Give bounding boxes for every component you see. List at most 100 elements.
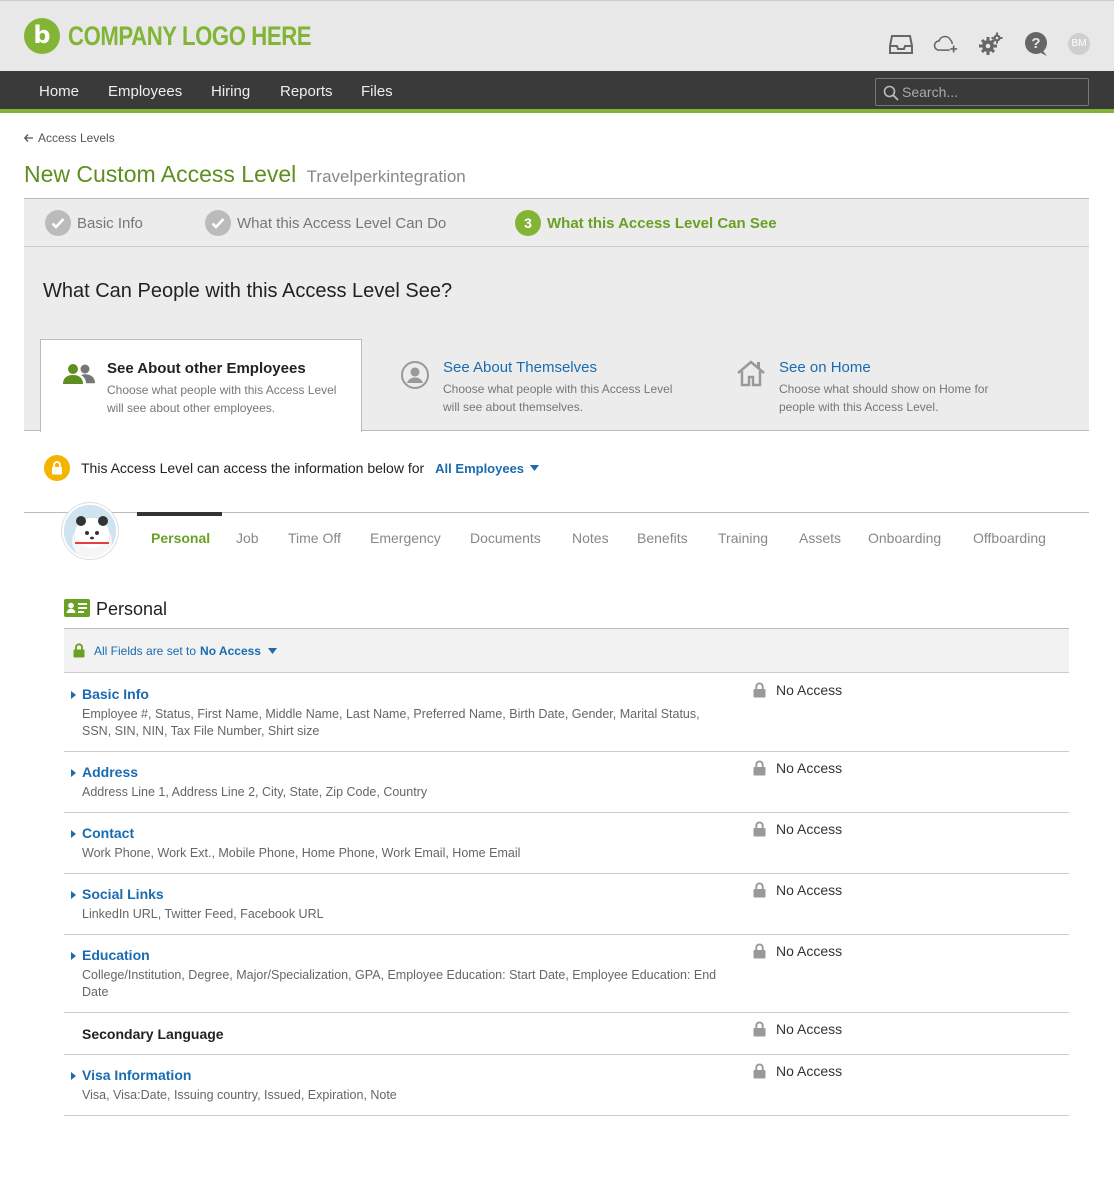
tab-time-off[interactable]: Time Off: [288, 530, 341, 546]
caret-down-icon: [530, 465, 540, 471]
tab-onboarding[interactable]: Onboarding: [868, 530, 941, 546]
lock-icon: [753, 882, 766, 898]
breadcrumb-label[interactable]: Access Levels: [38, 131, 115, 145]
row-title[interactable]: Social Links: [82, 886, 164, 902]
step-can-do[interactable]: What this Access Level Can Do: [205, 210, 446, 236]
lock-icon: [73, 643, 85, 658]
step-basic-info[interactable]: Basic Info: [45, 210, 143, 236]
card-title: See About other Employees: [107, 360, 306, 377]
row-title[interactable]: Basic Info: [82, 686, 149, 702]
card-title[interactable]: See About Themselves: [443, 359, 597, 376]
tab-training[interactable]: Training: [718, 530, 768, 546]
tab-benefits[interactable]: Benefits: [637, 530, 688, 546]
card-see-other-employees[interactable]: See About other Employees Choose what pe…: [40, 339, 362, 432]
row-access-value: No Access: [776, 682, 843, 698]
logo-text: COMPANY LOGO HERE: [68, 20, 312, 51]
row-access[interactable]: No Access: [753, 1021, 842, 1037]
caret-right-icon[interactable]: [71, 691, 76, 699]
row-desc: Employee #, Status, First Name, Middle N…: [82, 707, 700, 738]
page-title: New Custom Access Level Travelperkintegr…: [24, 161, 466, 188]
nav-item-reports[interactable]: Reports: [280, 71, 333, 113]
caret-right-icon[interactable]: [71, 830, 76, 838]
field-row-visa-information: Visa Information Visa, Visa:Date, Issuin…: [64, 1055, 1069, 1116]
inbox-icon[interactable]: [888, 31, 914, 57]
panel-heading: What Can People with this Access Level S…: [43, 280, 453, 302]
field-row-contact: Contact Work Phone, Work Ext., Mobile Ph…: [64, 813, 1069, 874]
caret-right-icon[interactable]: [71, 891, 76, 899]
all-fields-value: No Access: [200, 644, 261, 658]
access-scope-row: This Access Level can access the informa…: [44, 455, 540, 481]
row-desc: Visa, Visa:Date, Issuing country, Issued…: [82, 1088, 397, 1102]
step-label: What this Access Level Can Do: [237, 214, 447, 232]
all-fields-bar: All Fields are set to No Access: [64, 629, 1069, 673]
nav-item-employees[interactable]: Employees: [108, 71, 182, 113]
help-icon[interactable]: ?: [1023, 31, 1049, 57]
lock-icon: [753, 760, 766, 776]
step-label: Basic Info: [77, 214, 143, 232]
active-tab-indicator: [137, 512, 222, 516]
user-avatar[interactable]: BM: [1068, 33, 1090, 55]
row-title[interactable]: Education: [82, 947, 150, 963]
row-access[interactable]: No Access: [753, 943, 842, 959]
step-label: What this Access Level Can See: [547, 214, 777, 232]
caret-down-icon: [267, 648, 277, 654]
row-desc: College/Institution, Degree, Major/Speci…: [82, 968, 717, 999]
check-icon: [205, 210, 231, 236]
lock-icon: [753, 1063, 766, 1079]
wizard-steps: Basic Info What this Access Level Can Do…: [24, 198, 1089, 247]
tab-assets[interactable]: Assets: [799, 530, 841, 546]
row-access[interactable]: No Access: [753, 760, 842, 776]
field-row-education: Education College/Institution, Degree, M…: [64, 935, 1069, 1013]
all-fields-prefix: All Fields are set to: [94, 644, 197, 658]
check-icon: [45, 210, 71, 236]
row-access-value: No Access: [776, 760, 843, 776]
id-card-icon: [64, 599, 90, 617]
tab-offboarding[interactable]: Offboarding: [973, 530, 1046, 546]
row-access[interactable]: No Access: [753, 882, 842, 898]
tab-job[interactable]: Job: [236, 530, 259, 546]
card-title[interactable]: See on Home: [779, 359, 871, 376]
all-fields-dropdown[interactable]: All Fields are set to No Access: [94, 644, 277, 658]
card-see-themselves[interactable]: See About Themselves Choose what people …: [384, 339, 706, 431]
nav-item-home[interactable]: Home: [39, 71, 79, 113]
breadcrumb[interactable]: Access Levels: [24, 131, 115, 145]
section-title: Personal: [96, 599, 168, 619]
visibility-panel: What Can People with this Access Level S…: [24, 247, 1089, 432]
tab-emergency[interactable]: Emergency: [370, 530, 441, 546]
step-number: 3: [515, 210, 541, 236]
tab-personal[interactable]: Personal: [151, 530, 210, 546]
row-title[interactable]: Contact: [82, 825, 134, 841]
row-access-value: No Access: [776, 882, 843, 898]
caret-right-icon[interactable]: [71, 769, 76, 777]
field-row-social-links: Social Links LinkedIn URL, Twitter Feed,…: [64, 874, 1069, 935]
row-title: Secondary Language: [82, 1026, 224, 1042]
row-access[interactable]: No Access: [753, 821, 842, 837]
row-access-value: No Access: [776, 1063, 843, 1079]
row-access[interactable]: No Access: [753, 1063, 842, 1079]
step-can-see[interactable]: 3 What this Access Level Can See: [515, 210, 777, 236]
tab-notes[interactable]: Notes: [572, 530, 609, 546]
cloud-upload-icon[interactable]: [933, 31, 959, 57]
lock-icon: [44, 455, 70, 481]
row-access[interactable]: No Access: [753, 682, 842, 698]
card-desc: Choose what people with this Access Leve…: [443, 382, 673, 414]
access-scope-value: All Employees: [435, 460, 525, 476]
nav-item-files[interactable]: Files: [361, 71, 393, 113]
card-desc: Choose what people with this Access Leve…: [107, 383, 337, 415]
lock-icon: [753, 682, 766, 698]
main-nav: Home Employees Hiring Reports Files: [0, 71, 1114, 113]
access-scope-dropdown[interactable]: All Employees: [435, 460, 540, 476]
row-title[interactable]: Address: [82, 764, 138, 780]
search-input[interactable]: [902, 81, 1082, 103]
logo-mark-icon: b: [24, 18, 60, 54]
lock-icon: [753, 1021, 766, 1037]
row-title[interactable]: Visa Information: [82, 1067, 191, 1083]
gears-icon[interactable]: [978, 31, 1004, 57]
tab-documents[interactable]: Documents: [470, 530, 541, 546]
caret-right-icon[interactable]: [71, 1072, 76, 1080]
caret-right-icon[interactable]: [71, 952, 76, 960]
company-logo[interactable]: b COMPANY LOGO HERE: [24, 18, 365, 54]
access-scope-text: This Access Level can access the informa…: [81, 460, 425, 476]
nav-item-hiring[interactable]: Hiring: [211, 71, 250, 113]
card-see-on-home[interactable]: See on Home Choose what should show on H…: [720, 339, 1050, 431]
